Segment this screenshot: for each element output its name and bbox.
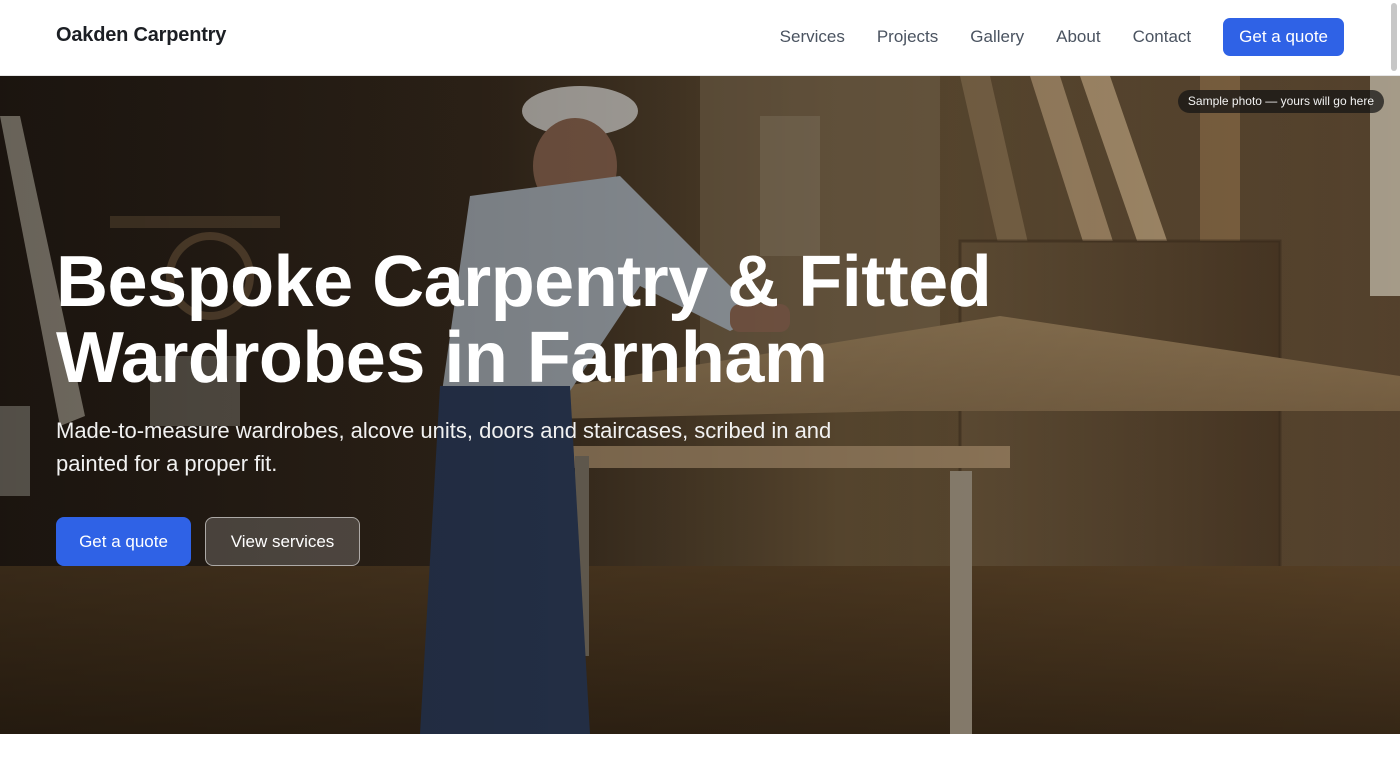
photo-credit-badge: Sample photo — yours will go here: [1177, 90, 1384, 113]
site-header: Oakden Carpentry Services Projects Galle…: [0, 0, 1400, 76]
main-nav: Services Projects Gallery About Contact …: [780, 18, 1344, 56]
below-hero-section: [0, 734, 1400, 778]
brand-logo-text[interactable]: Oakden Carpentry: [56, 24, 226, 47]
hero-subtitle: Made-to-measure wardrobes, alcove units,…: [56, 418, 832, 476]
nav-link-gallery[interactable]: Gallery: [970, 27, 1024, 47]
header-quote-button[interactable]: Get a quote: [1223, 18, 1344, 56]
hero-quote-button[interactable]: Get a quote: [56, 517, 191, 566]
hero-title: Bespoke Carpentry & Fitted Wardrobes in …: [56, 244, 1036, 396]
nav-link-services[interactable]: Services: [780, 27, 845, 47]
nav-link-contact[interactable]: Contact: [1133, 27, 1192, 47]
nav-link-projects[interactable]: Projects: [877, 27, 938, 47]
hero-title-line-2: Wardrobes in Farnham: [56, 318, 828, 398]
page-scrollbar[interactable]: [1391, 3, 1397, 71]
view-services-button[interactable]: View services: [205, 517, 360, 566]
nav-link-about[interactable]: About: [1056, 27, 1100, 47]
hero-dark-overlay: [0, 76, 1400, 734]
hero-title-line-1: Bespoke Carpentry & Fitted: [56, 242, 992, 322]
hero-section: Sample photo — yours will go here Bespok…: [0, 76, 1400, 734]
